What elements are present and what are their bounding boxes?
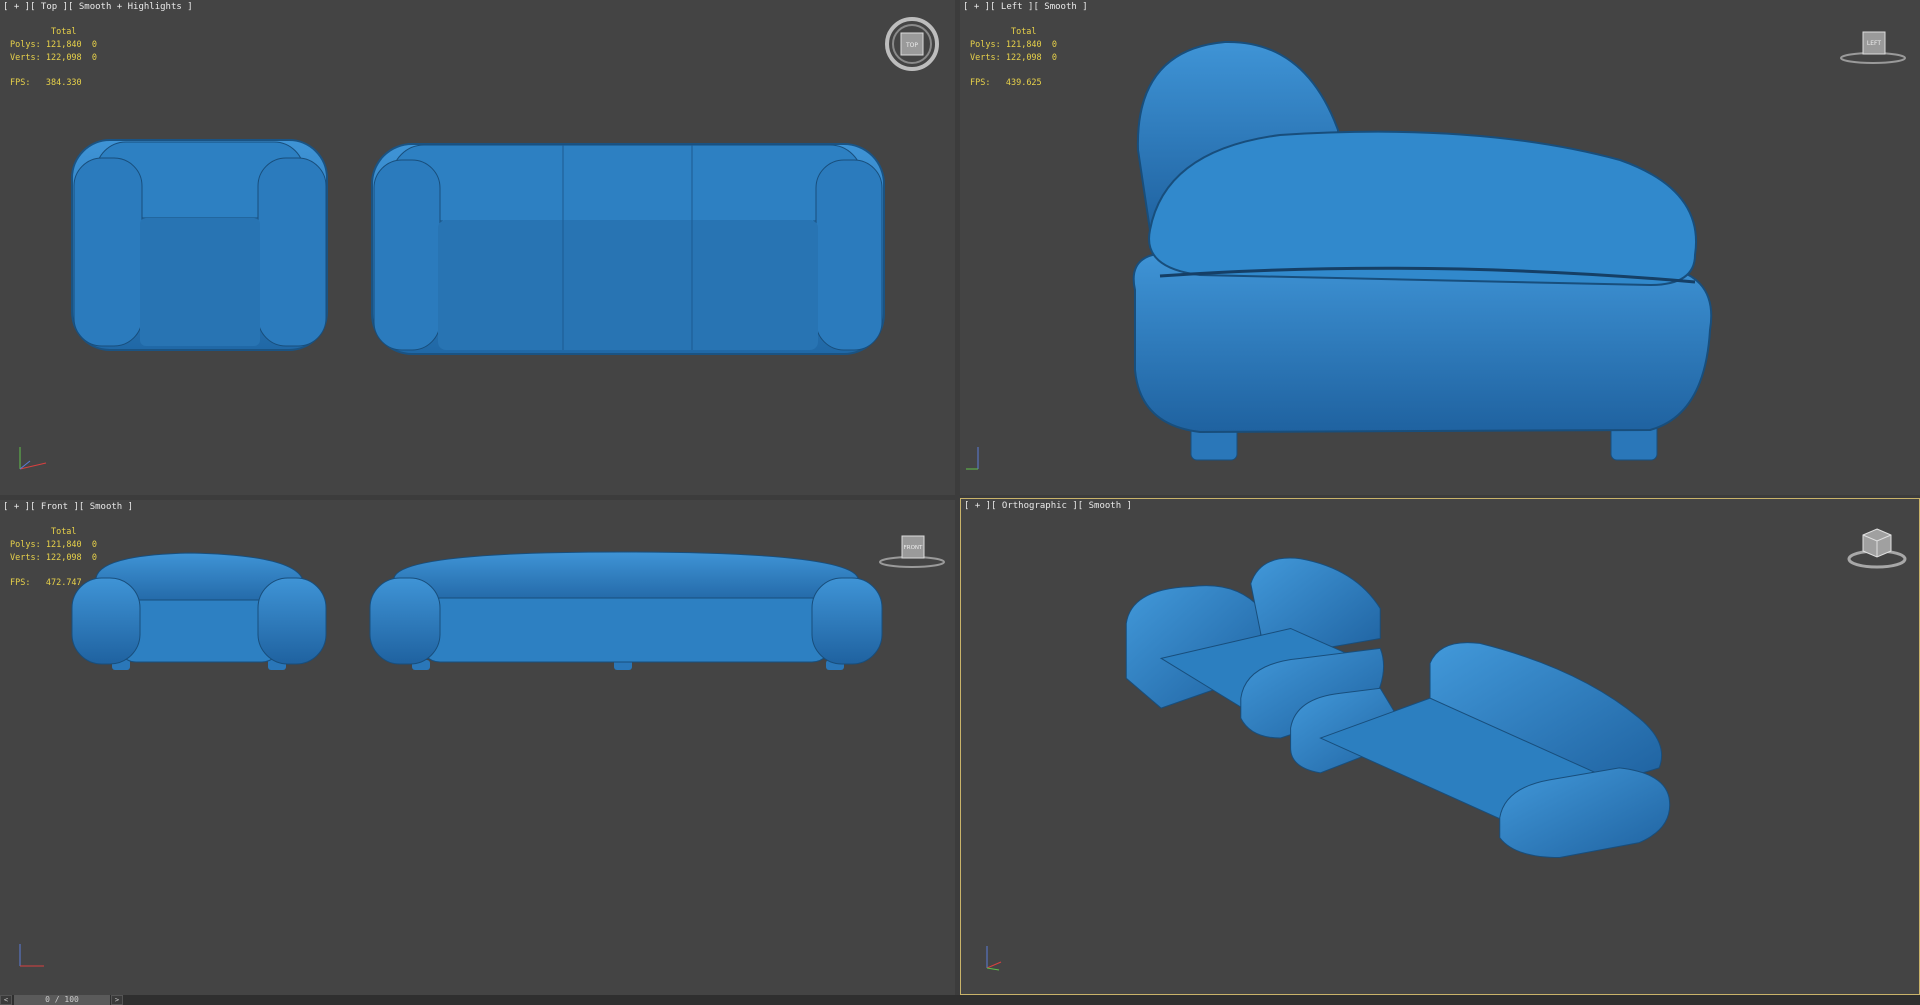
- sofa-side-model[interactable]: [1132, 40, 1713, 461]
- stats-overlay-top: Total Polys: 121,840 0 Verts: 122,098 0 …: [10, 26, 97, 90]
- viewcube-front-text: FRONT: [904, 545, 923, 551]
- viewport-front[interactable]: [ + ][ Front ][ Smooth ] Total Polys: 12…: [0, 500, 955, 995]
- stats-total-label: Total: [50, 527, 77, 537]
- polys-selected: 0: [1051, 40, 1058, 50]
- scene-front[interactable]: [0, 500, 955, 995]
- fps-label: FPS:: [10, 578, 31, 588]
- polys-selected: 0: [91, 540, 98, 550]
- armchair-top-model[interactable]: [71, 139, 328, 351]
- fps-value: 384.330: [45, 78, 82, 88]
- sofa-front-model[interactable]: [369, 551, 883, 670]
- verts-value: 122,098: [1005, 53, 1042, 63]
- fps-value: 472.747: [45, 578, 82, 588]
- timeline-slider[interactable]: 0 / 100: [14, 995, 110, 1005]
- viewcube-top-icon[interactable]: TOP: [884, 16, 940, 72]
- verts-selected: 0: [91, 53, 98, 63]
- axis-tripod-ortho-icon: [986, 946, 1002, 971]
- polys-value: 121,840: [45, 40, 82, 50]
- viewcube-ortho-icon[interactable]: [1845, 523, 1909, 571]
- viewcube-left-icon[interactable]: LEFT: [1838, 26, 1908, 66]
- verts-value: 122,098: [45, 553, 82, 563]
- polys-label: Polys:: [10, 40, 41, 50]
- viewport-left[interactable]: [ + ][ Left ][ Smooth ] Total Polys: 121…: [960, 0, 1920, 495]
- verts-label: Verts:: [10, 553, 41, 563]
- fps-value: 439.625: [1005, 78, 1042, 88]
- polys-label: Polys:: [10, 540, 41, 550]
- viewcube-left-text: LEFT: [1867, 40, 1881, 47]
- timeline-bar: < 0 / 100 >: [0, 995, 1920, 1005]
- viewcube-top-text: TOP: [905, 42, 918, 49]
- scene-ortho[interactable]: [961, 499, 1919, 994]
- axis-tripod-left-icon: [966, 447, 979, 470]
- fps-label: FPS:: [970, 78, 991, 88]
- sofa-top-model[interactable]: [371, 143, 885, 355]
- axis-tripod-front-icon: [19, 944, 44, 967]
- verts-label: Verts:: [10, 53, 41, 63]
- viewport-front-label[interactable]: [ + ][ Front ][ Smooth ]: [3, 502, 133, 512]
- axis-tripod-top-icon: [19, 447, 47, 470]
- verts-selected: 0: [1051, 53, 1058, 63]
- stats-overlay-front: Total Polys: 121,840 0 Verts: 122,098 0 …: [10, 526, 97, 590]
- armchair-front-model[interactable]: [71, 552, 327, 670]
- stats-total-label: Total: [1010, 27, 1037, 37]
- scene-top[interactable]: [0, 0, 955, 495]
- viewport-orthographic[interactable]: [ + ][ Orthographic ][ Smooth ]: [960, 498, 1920, 995]
- polys-label: Polys:: [970, 40, 1001, 50]
- verts-label: Verts:: [970, 53, 1001, 63]
- verts-selected: 0: [91, 553, 98, 563]
- polys-selected: 0: [91, 40, 98, 50]
- stats-overlay-left: Total Polys: 121,840 0 Verts: 122,098 0 …: [970, 26, 1057, 90]
- timeline-next-button[interactable]: >: [111, 995, 123, 1005]
- viewport-top-label[interactable]: [ + ][ Top ][ Smooth + Highlights ]: [3, 2, 193, 12]
- polys-value: 121,840: [1005, 40, 1042, 50]
- stats-total-label: Total: [50, 27, 77, 37]
- viewport-top[interactable]: [ + ][ Top ][ Smooth + Highlights ] Tota…: [0, 0, 955, 495]
- viewport-left-label[interactable]: [ + ][ Left ][ Smooth ]: [963, 2, 1088, 12]
- viewport-ortho-label[interactable]: [ + ][ Orthographic ][ Smooth ]: [964, 501, 1132, 511]
- scene-left[interactable]: [960, 0, 1920, 495]
- verts-value: 122,098: [45, 53, 82, 63]
- polys-value: 121,840: [45, 540, 82, 550]
- viewcube-front-icon[interactable]: FRONT: [877, 530, 947, 570]
- timeline-prev-button[interactable]: <: [0, 995, 12, 1005]
- fps-label: FPS:: [10, 78, 31, 88]
